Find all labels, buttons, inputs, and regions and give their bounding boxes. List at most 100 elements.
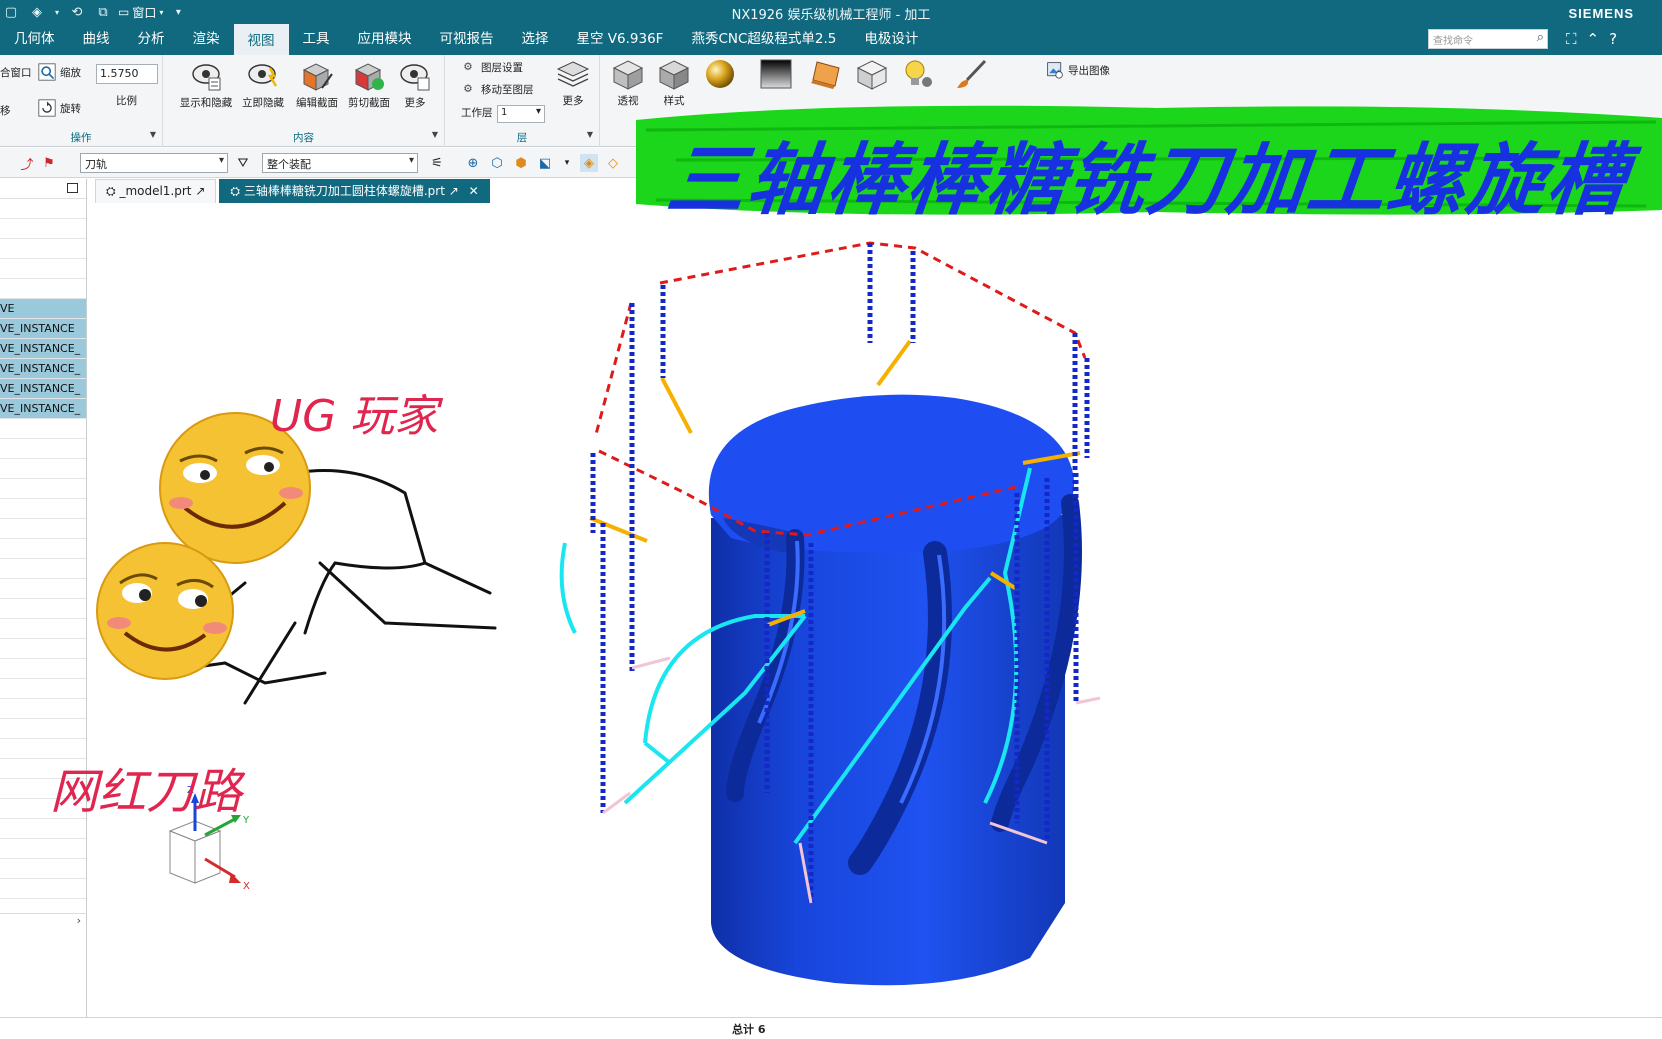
tab-5[interactable]: 工具 <box>289 24 344 55</box>
navigator-row[interactable] <box>0 819 86 839</box>
chevron-right-icon[interactable]: › <box>77 914 81 927</box>
clip-section-button[interactable]: 剪切截面 <box>343 59 395 110</box>
tab-1[interactable]: 曲线 <box>69 24 124 55</box>
navigator-row[interactable] <box>0 579 86 599</box>
navigator-row[interactable]: VE <box>0 299 86 319</box>
navigator-row[interactable] <box>0 559 86 579</box>
instant-hide-button[interactable]: 立即隐藏 <box>237 59 289 110</box>
title-bar: ▢ ◈ ▾ ⟲ ⧉ ▭ 窗口 ▾ ▾ NX1926 娱乐级机械工程师 - 加工 … <box>0 0 1662 24</box>
snap-point-icon[interactable]: ⊕ <box>464 154 482 172</box>
chevron-down-icon: ▾ <box>218 155 224 166</box>
navigator-row[interactable] <box>0 239 86 259</box>
tab-2[interactable]: 分析 <box>124 24 179 55</box>
navigator-row[interactable] <box>0 279 86 299</box>
face-select-icon[interactable]: ⬡ <box>488 154 506 172</box>
lighting-button[interactable] <box>892 57 944 91</box>
layer-more-button[interactable]: 更多 <box>547 57 599 108</box>
work-layer-select[interactable]: 1 <box>497 105 545 123</box>
general-selection-icon[interactable]: ⚟ <box>428 154 446 172</box>
light-bulb-icon <box>900 57 936 91</box>
highlight-mode-icon[interactable]: ◈ <box>580 154 598 172</box>
content-more-button[interactable]: 更多 <box>389 59 441 110</box>
navigator-row[interactable] <box>0 439 86 459</box>
scale-input[interactable]: 1.5750 <box>96 64 158 84</box>
collapse-ribbon-icon[interactable]: ⌃ <box>1587 30 1600 48</box>
zoom-button[interactable]: 缩放 <box>38 63 81 81</box>
close-icon[interactable]: ✕ <box>469 184 479 198</box>
navigator-row[interactable] <box>0 459 86 479</box>
navigator-row[interactable] <box>0 499 86 519</box>
type-filter-select[interactable]: 刀轨 ▾ <box>80 153 228 173</box>
toolpath-icon[interactable]: ⤴ <box>18 154 36 173</box>
navigator-row[interactable] <box>0 719 86 739</box>
wireframe-button[interactable] <box>846 57 898 91</box>
navigator-row[interactable] <box>0 199 86 219</box>
fullscreen-icon[interactable]: ⛶ <box>1566 30 1577 48</box>
group-expand-icon[interactable]: ▼ <box>587 130 593 139</box>
translucent-block-icon <box>808 57 844 91</box>
tab-0[interactable]: 几何体 <box>0 24 69 55</box>
navigator-row[interactable] <box>0 839 86 859</box>
maximize-icon[interactable] <box>67 183 78 193</box>
navigator-row[interactable]: VE_INSTANCE_ <box>0 399 86 419</box>
graphics-window[interactable]: Z Y X <box>95 203 1662 1016</box>
tab-4[interactable]: 视图 <box>233 24 289 55</box>
ribbon-group-label: 层 ▼ <box>516 130 593 144</box>
tab-10[interactable]: 燕秀CNC超级程式单2.5 <box>677 24 850 55</box>
command-search-input[interactable]: 查找命令 ⌕ <box>1428 29 1548 49</box>
tab-6[interactable]: 应用模块 <box>344 24 426 55</box>
filter-icon[interactable]: ⛛ <box>234 154 252 172</box>
translucency-button[interactable] <box>800 57 852 91</box>
edit-section-button[interactable]: 编辑截面 <box>291 59 343 110</box>
filter-settings-icon[interactable]: ⚑ <box>40 154 58 172</box>
tab-11[interactable]: 电极设计 <box>850 24 932 55</box>
group-expand-icon[interactable]: ▼ <box>432 130 438 139</box>
navigator-row[interactable]: VE_INSTANCE_ <box>0 359 86 379</box>
chevron-down-icon[interactable]: ▾ <box>558 154 576 172</box>
edit-display-button[interactable] <box>946 57 998 91</box>
tab-7[interactable]: 可视报告 <box>426 24 508 55</box>
navigator-row[interactable] <box>0 619 86 639</box>
rotate-button[interactable]: 旋转 <box>38 99 81 117</box>
show-hide-button[interactable]: 显示和隐藏 <box>177 59 235 110</box>
navigator-row[interactable] <box>0 519 86 539</box>
navigator-row[interactable]: VE_INSTANCE <box>0 319 86 339</box>
navigator-row[interactable] <box>0 219 86 239</box>
navigator-row[interactable] <box>0 659 86 679</box>
horizontal-scrollbar[interactable]: › <box>0 913 87 927</box>
export-image-icon <box>1046 61 1064 79</box>
wire-mode-icon[interactable]: ◇ <box>604 154 622 172</box>
navigator-row[interactable] <box>0 879 86 899</box>
layer-settings-icon: ⚙ <box>463 61 473 73</box>
navigator-row[interactable] <box>0 679 86 699</box>
fit-window-button[interactable]: 合窗口 <box>0 65 32 80</box>
navigator-row[interactable] <box>0 539 86 559</box>
navigator-row[interactable] <box>0 699 86 719</box>
tab-3[interactable]: 渲染 <box>179 24 234 55</box>
background-button[interactable] <box>750 57 802 91</box>
selection-scope-select[interactable]: 整个装配 ▾ <box>262 153 418 173</box>
navigator-row[interactable] <box>0 859 86 879</box>
tab-spiral-groove[interactable]: ⛭ 三轴棒棒糖铣刀加工圆柱体螺旋槽.prt ↗ ✕ <box>219 179 490 203</box>
navigator-row[interactable]: VE_INSTANCE_ <box>0 379 86 399</box>
group-expand-icon[interactable]: ▼ <box>150 130 156 139</box>
move-to-layer-button[interactable]: ⚙ 移动至图层 <box>459 80 533 98</box>
navigator-row[interactable] <box>0 259 86 279</box>
tab-model1[interactable]: ⛭ _model1.prt ↗ <box>95 179 217 203</box>
status-bar: 总计 6 <box>0 1017 1662 1039</box>
navigator-row[interactable] <box>0 639 86 659</box>
search-icon[interactable]: ⌕ <box>1537 30 1544 45</box>
navigator-row[interactable] <box>0 419 86 439</box>
tab-9[interactable]: 星空 V6.936F <box>563 24 678 55</box>
material-button[interactable] <box>694 57 746 91</box>
navigator-row[interactable]: VE_INSTANCE_ <box>0 339 86 359</box>
body-select-icon[interactable]: ⬢ <box>512 154 530 172</box>
navigator-row[interactable] <box>0 479 86 499</box>
navigator-row[interactable] <box>0 599 86 619</box>
tab-8[interactable]: 选择 <box>508 24 563 55</box>
component-select-icon[interactable]: ⬕ <box>536 154 554 172</box>
layer-settings-button[interactable]: ⚙ 图层设置 <box>459 58 523 76</box>
help-icon[interactable]: ? <box>1609 30 1617 48</box>
move-button[interactable]: 移 <box>0 103 11 118</box>
export-image-button[interactable]: 导出图像 <box>1046 61 1110 79</box>
